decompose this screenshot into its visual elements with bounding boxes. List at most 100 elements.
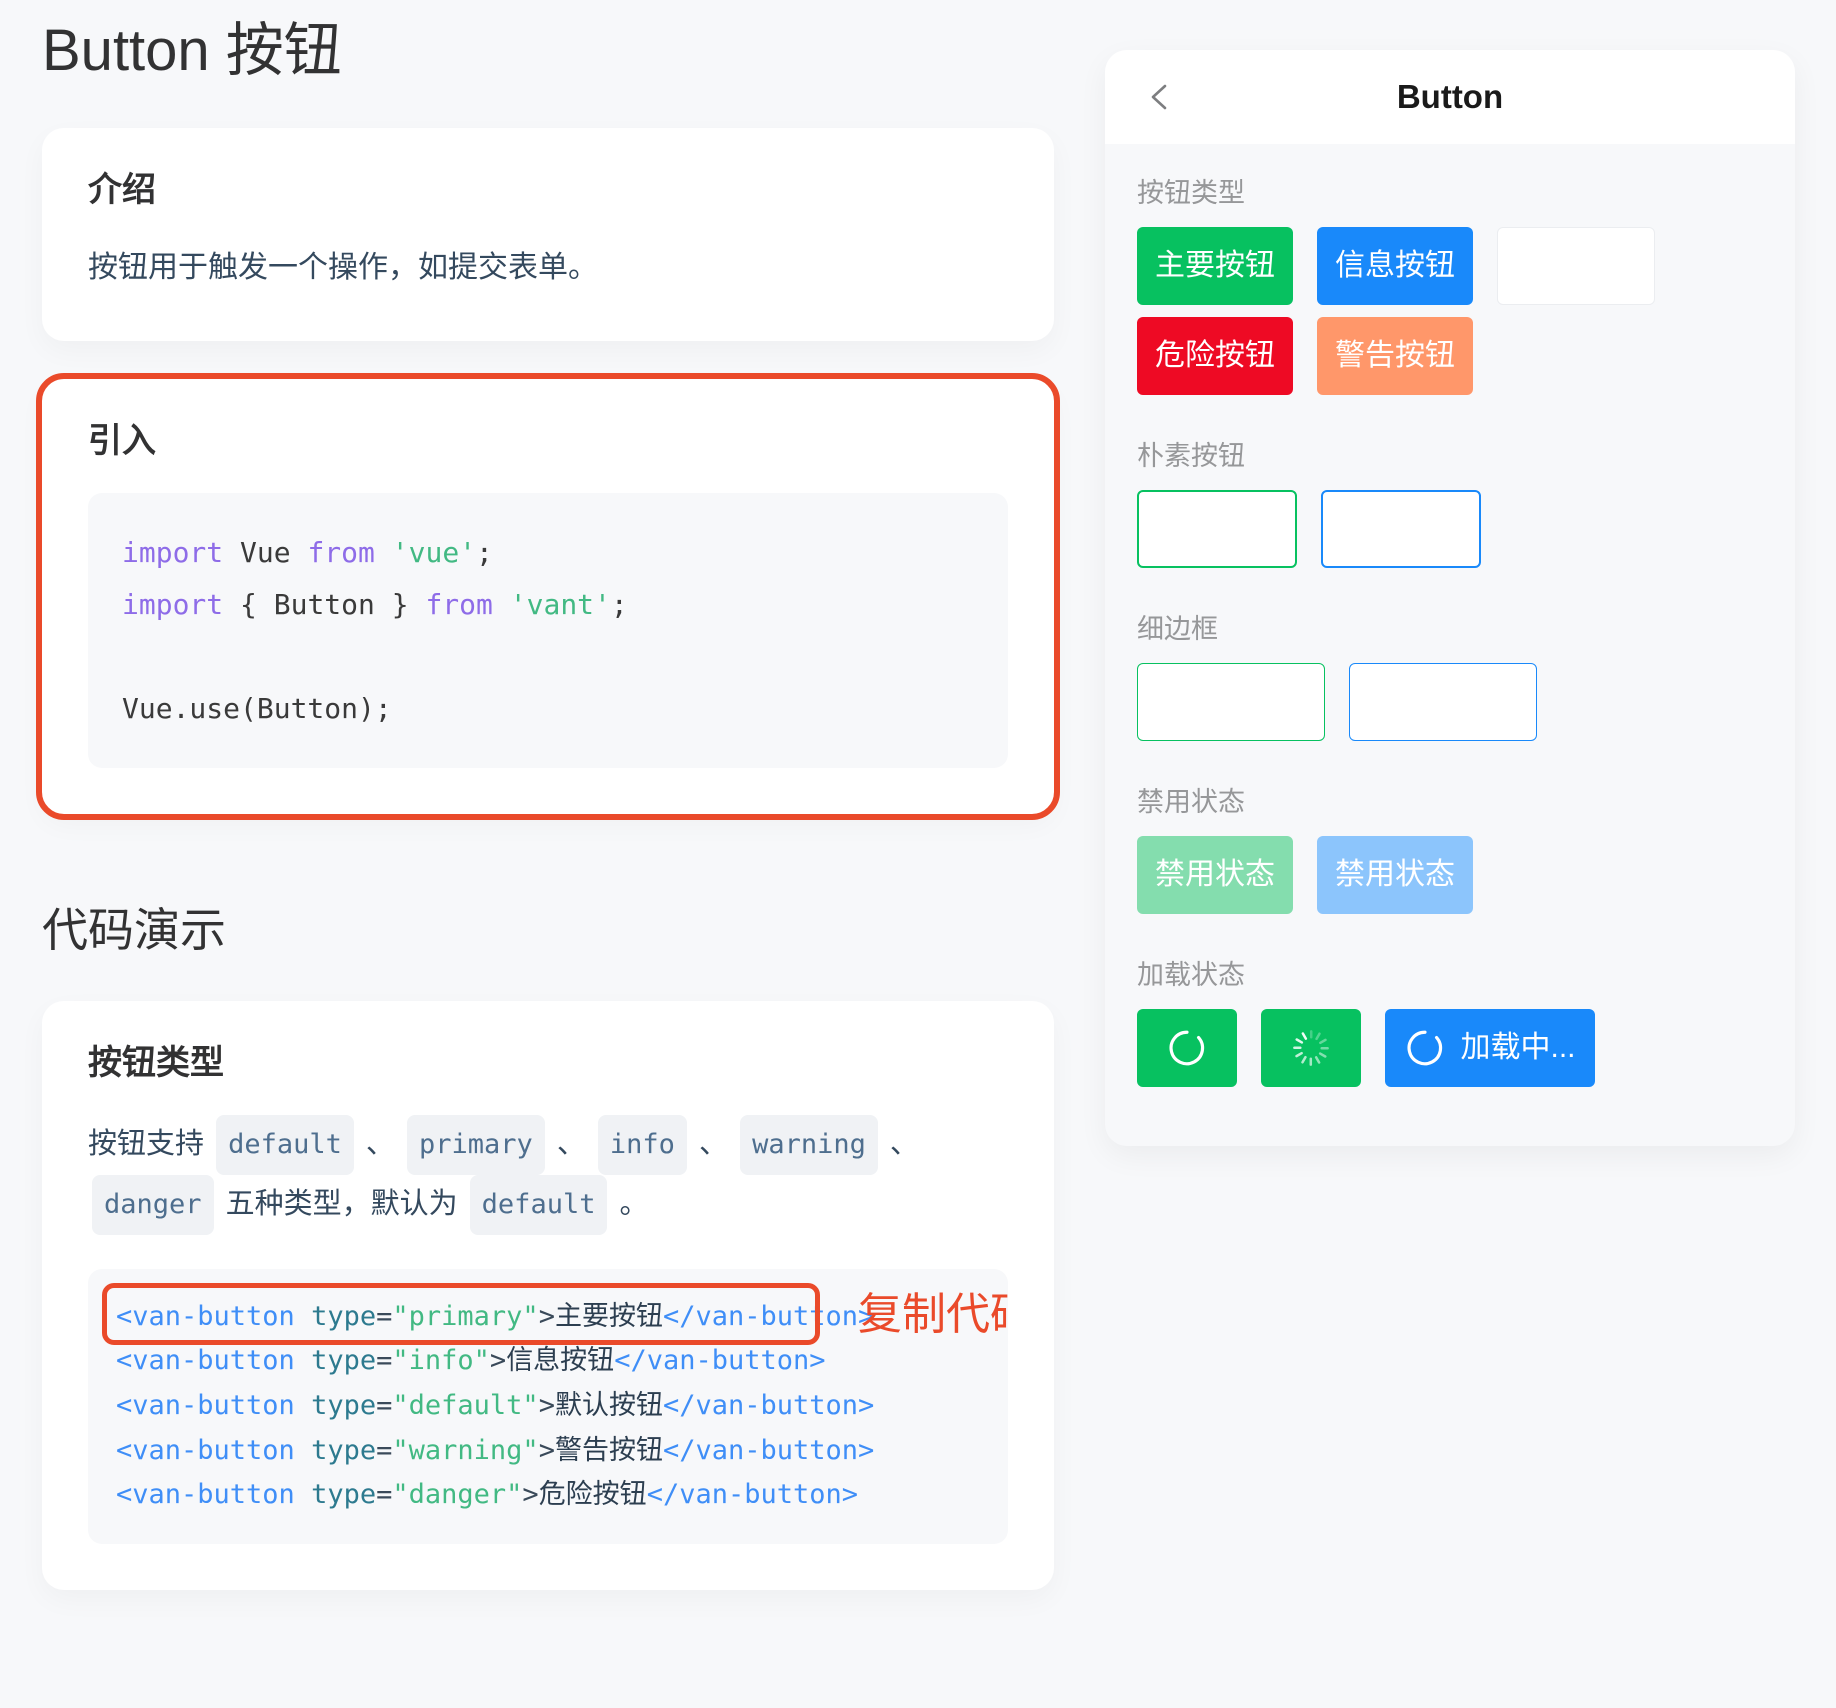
install-heading: 引入 <box>88 421 156 460</box>
preview-button-load-green[interactable] <box>1261 1009 1361 1087</box>
code-token: 警告按钮 <box>554 1434 663 1466</box>
preview-button-row: 加载中... <box>1105 1009 1795 1099</box>
inline-code-chip: default <box>216 1114 354 1175</box>
code-line: <van-button type="default">默认按钮</van-but… <box>116 1384 980 1429</box>
preview-button-row: 主要按钮 信息按钮 默认按钮 <box>1105 227 1795 317</box>
chevron-left-icon[interactable] <box>1143 80 1177 114</box>
documentation-column: Button 按钮 介绍 按钮用于触发一个操作，如提交表单。 引入 import… <box>0 0 1110 1590</box>
preview-button-hair-blue[interactable]: 细边框按钮 <box>1349 663 1537 741</box>
code-token: Vue <box>223 536 308 570</box>
demo-section-title: 代码演示 <box>42 904 226 957</box>
code-token: 默认按钮 <box>554 1390 663 1422</box>
code-token: type <box>311 1434 377 1466</box>
preview-button-warning[interactable]: 警告按钮 <box>1317 317 1473 395</box>
install-code-block[interactable]: import Vue from 'vue'; import { Button } … <box>88 493 1008 769</box>
demo-card: 按钮类型 按钮支持 default 、 primary 、 info 、 war… <box>42 1000 1054 1590</box>
code-token: </van-button> <box>662 1300 875 1332</box>
code-token: { Button } <box>223 587 426 621</box>
code-line: <van-button type="primary">主要按钮</van-but… <box>102 1282 1008 1345</box>
preview-button-label: 信息按钮 <box>1335 249 1455 282</box>
code-token: <van-button <box>116 1434 295 1466</box>
code-token: 主要按钮 <box>554 1300 663 1332</box>
preview-button-primary[interactable]: 主要按钮 <box>1137 227 1293 305</box>
code-token: type <box>311 1479 377 1511</box>
inline-code-chip: default <box>469 1174 608 1235</box>
preview-button-label: 危险按钮 <box>1155 339 1275 372</box>
preview-button-dis-blue[interactable]: 禁用状态 <box>1317 836 1473 914</box>
code-line: import { Button } from 'vant'; <box>122 579 974 631</box>
preview-button-plain-blue[interactable]: 朴素按钮 <box>1321 490 1481 568</box>
code-token: > <box>538 1390 555 1422</box>
paragraph-text: 、 <box>548 1127 594 1160</box>
preview-button-row: 禁用状态 禁用状态 <box>1105 836 1795 926</box>
code-token: "danger" <box>392 1479 523 1511</box>
paragraph-text: 、 <box>881 1127 919 1160</box>
preview-button-default[interactable]: 默认按钮 <box>1497 227 1655 305</box>
spinner-circular-icon <box>1404 1027 1446 1069</box>
page-title: Button 按钮 <box>42 18 342 83</box>
preview-button-label: 朴素按钮 <box>1341 512 1461 545</box>
code-token: type <box>311 1300 377 1332</box>
paragraph-text: 、 <box>690 1127 737 1160</box>
preview-panel: Button 按钮类型 主要按钮 信息按钮 默认按钮 危险按钮 警告按钮 朴素按钮 朴素按钮朴… <box>1105 50 1795 1146</box>
preview-group-title: 加载状态 <box>1137 960 1245 990</box>
inline-code-chip: info <box>597 1114 687 1175</box>
code-token: "warning" <box>392 1434 539 1466</box>
preview-group-title: 按钮类型 <box>1137 178 1245 208</box>
inline-code-chip: danger <box>92 1174 214 1235</box>
preview-button-label: 禁用状态 <box>1155 858 1275 891</box>
code-token: 危险按钮 <box>538 1479 647 1511</box>
paragraph-text: 按钮支持 <box>88 1127 213 1160</box>
inline-code-chip: warning <box>740 1114 878 1175</box>
demo-heading: 按钮类型 <box>88 1043 224 1082</box>
preview-group-title: 禁用状态 <box>1137 787 1245 817</box>
intro-heading: 介绍 <box>88 171 156 210</box>
preview-button-label: 默认按钮 <box>1516 249 1636 282</box>
spinner-circular-icon <box>1166 1027 1208 1069</box>
preview-button-hair-green[interactable]: 细边框按钮 <box>1137 663 1325 741</box>
code-token: = <box>376 1434 393 1466</box>
code-token: <van-button <box>116 1300 295 1332</box>
code-token: > <box>522 1479 539 1511</box>
code-token: type <box>311 1390 377 1422</box>
code-token: 'vant' <box>509 587 611 621</box>
paragraph-text: 五种类型，默认为 <box>217 1187 466 1220</box>
intro-text: 按钮用于触发一个操作，如提交表单。 <box>88 251 598 285</box>
preview-button-label: 警告按钮 <box>1335 339 1455 372</box>
preview-group-title: 朴素按钮 <box>1137 441 1245 471</box>
paragraph-text: 、 <box>357 1127 403 1160</box>
demo-code-block[interactable]: <van-button type="primary">主要按钮</van-but… <box>88 1268 1008 1544</box>
preview-navbar: Button <box>1105 50 1795 144</box>
preview-button-plain-green[interactable]: 朴素按钮 <box>1137 490 1297 568</box>
preview-button-danger[interactable]: 危险按钮 <box>1137 317 1293 395</box>
preview-button-dis-green[interactable]: 禁用状态 <box>1137 836 1293 914</box>
preview-button-load-blue[interactable]: 加载中... <box>1385 1009 1595 1087</box>
install-card: 引入 import Vue from 'vue'; import { Button… <box>36 372 1060 821</box>
preview-button-row: 危险按钮 警告按钮 <box>1105 317 1795 407</box>
spinner-rays-icon <box>1290 1027 1332 1069</box>
code-token: > <box>489 1345 507 1377</box>
preview-button-row: 细边框按钮 细边框按钮 <box>1105 663 1795 753</box>
code-token: = <box>376 1345 393 1377</box>
code-token: import <box>122 587 224 621</box>
code-token: <van-button <box>116 1345 295 1377</box>
code-token: ; <box>476 536 493 570</box>
code-line: import Vue from 'vue'; <box>122 527 974 579</box>
preview-button-load-green[interactable] <box>1137 1009 1237 1087</box>
code-line: <van-button type="danger">危险按钮</van-butt… <box>116 1473 980 1518</box>
preview-button-label: 朴素按钮 <box>1157 512 1277 545</box>
preview-button-info[interactable]: 信息按钮 <box>1317 227 1473 305</box>
code-token: <van-button <box>116 1390 295 1422</box>
preview-body: 按钮类型 主要按钮 信息按钮 默认按钮 危险按钮 警告按钮 朴素按钮 朴素按钮 朴素按钮 细边框细… <box>1105 144 1795 1119</box>
preview-button-label: 主要按钮 <box>1155 249 1275 282</box>
intro-card: 介绍 按钮用于触发一个操作，如提交表单。 <box>42 128 1054 341</box>
code-token: "info" <box>392 1345 490 1377</box>
